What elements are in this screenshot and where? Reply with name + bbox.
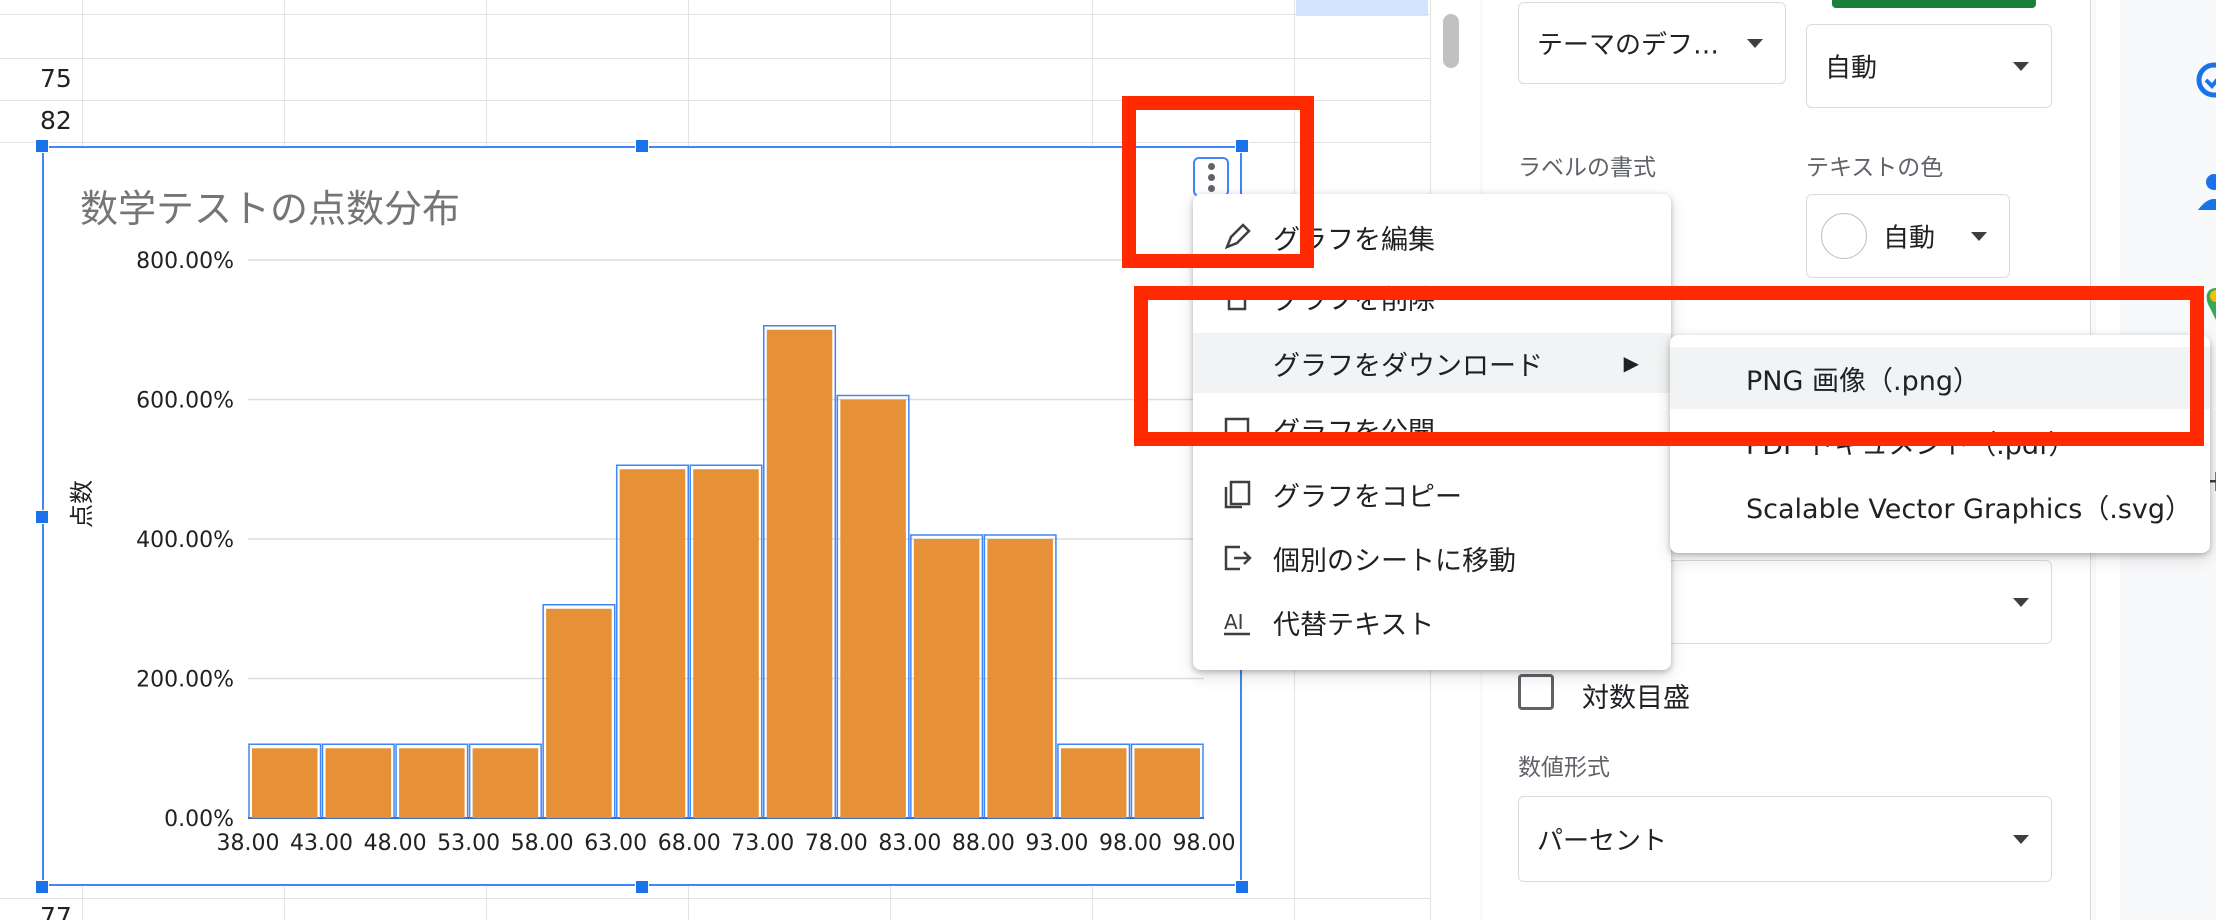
submenu-item-label: Scalable Vector Graphics（.svg） [1746, 493, 2193, 525]
font-size-select[interactable]: 自動 [1806, 24, 2052, 108]
menu-item-label: 個別のシートに移動 [1273, 545, 1516, 577]
menu-item-alt-text[interactable]: AI 代替テキスト [1193, 592, 1671, 652]
text-color-label: テキストの色 [1806, 155, 1944, 181]
resize-handle[interactable] [635, 139, 649, 153]
x-tick-label: 48.00 [364, 831, 427, 856]
copy-icon [1221, 478, 1253, 510]
move-to-sheet-icon [1221, 542, 1253, 574]
y-tick-label: 200.00% [136, 668, 234, 693]
resize-handle[interactable] [35, 139, 49, 153]
x-tick-label: 78.00 [805, 831, 868, 856]
chevron-down-icon [2013, 62, 2029, 71]
text-color-value: 自動 [1883, 223, 1936, 254]
font-size-value: 自動 [1825, 53, 1878, 84]
chevron-down-icon [2013, 598, 2029, 607]
number-format-select[interactable]: パーセント [1518, 796, 2052, 882]
annotation-box-download-png [1134, 286, 2204, 446]
tasks-icon[interactable] [2194, 62, 2216, 98]
download-svg-option[interactable]: Scalable Vector Graphics（.svg） [1670, 475, 2210, 537]
histogram-bar[interactable] [325, 748, 392, 818]
number-format-value: パーセント [1537, 826, 1668, 857]
x-tick-label: 83.00 [878, 831, 941, 856]
resize-handle[interactable] [635, 880, 649, 894]
histogram-bar[interactable] [546, 608, 612, 818]
menu-item-copy-chart[interactable]: グラフをコピー [1193, 464, 1671, 524]
histogram-bar[interactable] [913, 539, 980, 818]
cell-value[interactable]: 82 [40, 106, 72, 135]
x-tick-label: 73.00 [731, 831, 794, 856]
selected-column-header [1296, 0, 1428, 16]
maps-icon[interactable] [2204, 286, 2216, 326]
menu-item-label: グラフをコピー [1273, 481, 1462, 513]
chevron-down-icon [1971, 232, 1987, 241]
chart-plot-area: 0.00% 200.00% 400.00% 600.00% 800.00% 38.00 43… [136, 249, 1236, 856]
number-format-label: 数値形式 [1518, 755, 1610, 781]
font-select[interactable]: テーマのデフ… [1518, 2, 1786, 84]
resize-handle[interactable] [35, 510, 49, 524]
chevron-down-icon [2013, 835, 2029, 844]
histogram-bar[interactable] [619, 469, 686, 818]
x-tick-label: 38.00 [217, 831, 280, 856]
histogram-bar[interactable] [1060, 748, 1127, 818]
x-tick-label: 68.00 [658, 831, 721, 856]
chevron-down-icon [1747, 39, 1763, 48]
svg-text:AI: AI [1224, 610, 1244, 634]
y-tick-label: 400.00% [136, 528, 234, 553]
cell-value[interactable]: 77 [40, 902, 72, 920]
histogram-bar[interactable] [987, 539, 1053, 818]
log-scale-label: 対数目盛 [1582, 683, 1690, 714]
resize-handle[interactable] [1235, 880, 1249, 894]
menu-item-move-to-sheet[interactable]: 個別のシートに移動 [1193, 528, 1671, 588]
histogram-chart[interactable]: 数学テストの点数分布 点数 0.00% 200.00% 400.00% 600.00%… [42, 146, 1242, 886]
x-tick-label: 58.00 [511, 831, 574, 856]
x-tick-label: 98.00 [1099, 831, 1162, 856]
alt-text-icon: AI [1221, 606, 1253, 638]
menu-item-label: 代替テキスト [1273, 609, 1435, 641]
x-tick-label: 43.00 [290, 831, 353, 856]
histogram-bar[interactable] [766, 329, 833, 818]
histogram-bar[interactable] [693, 469, 759, 818]
active-tab-indicator [1832, 0, 2036, 8]
histogram-bar[interactable] [472, 748, 539, 818]
cell-value[interactable]: 75 [40, 64, 72, 93]
color-swatch-icon [1821, 213, 1867, 259]
x-tick-label: 63.00 [584, 831, 647, 856]
font-select-value: テーマのデフ… [1537, 30, 1720, 61]
x-tick-label: 93.00 [1025, 831, 1088, 856]
log-scale-checkbox[interactable] [1518, 674, 1554, 710]
scrollbar-thumb[interactable] [1443, 14, 1459, 68]
histogram-bar[interactable] [399, 748, 465, 818]
y-tick-label: 0.00% [164, 807, 234, 832]
histogram-bar[interactable] [840, 399, 906, 819]
annotation-box-menu-button [1122, 96, 1314, 268]
x-tick-label: 98.00 [1173, 831, 1236, 856]
label-format-label: ラベルの書式 [1518, 155, 1656, 181]
histogram-bar[interactable] [1134, 748, 1200, 818]
x-tick-label: 53.00 [437, 831, 500, 856]
resize-handle[interactable] [35, 880, 49, 894]
x-tick-label: 88.00 [952, 831, 1015, 856]
contacts-icon[interactable] [2194, 172, 2216, 212]
y-tick-label: 600.00% [136, 389, 234, 414]
y-tick-label: 800.00% [136, 249, 234, 274]
text-color-select[interactable]: 自動 [1806, 194, 2010, 278]
histogram-bar[interactable] [252, 748, 318, 818]
